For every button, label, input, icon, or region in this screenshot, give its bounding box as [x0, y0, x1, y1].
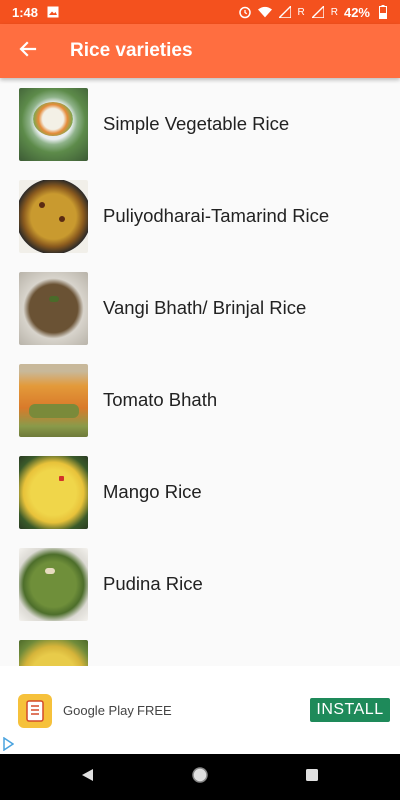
app-logo-icon[interactable] — [18, 694, 52, 728]
recipe-thumbnail — [19, 87, 88, 161]
list-item[interactable]: Pudina Rice — [0, 538, 400, 630]
status-time: 1:48 — [12, 4, 39, 20]
recipe-thumbnail — [19, 547, 88, 621]
recipe-thumbnail — [19, 455, 88, 529]
recipe-label: Simple Vegetable Rice — [103, 113, 290, 134]
battery-icon — [376, 5, 390, 19]
list-item[interactable]: Mango Rice — [0, 446, 400, 538]
recipe-label: Vangi Bhath/ Brinjal Rice — [103, 297, 307, 318]
ad-store-label: Google Play — [63, 703, 134, 718]
app-bar: Rice varieties — [0, 24, 400, 78]
image-icon — [46, 5, 60, 19]
signal-icon — [278, 5, 292, 19]
recipe-label: Tomato Bhath — [103, 389, 218, 410]
recipe-list[interactable]: Simple Vegetable Rice Puliyodharai-Tamar… — [0, 78, 400, 666]
list-item[interactable]: Vangi Bhath/ Brinjal Rice — [0, 262, 400, 354]
install-button[interactable]: INSTALL — [310, 698, 390, 722]
nav-recents-button[interactable] — [256, 754, 368, 800]
list-item[interactable]: Simple Vegetable Rice — [0, 78, 400, 170]
nav-back-button[interactable] — [32, 754, 144, 800]
signal-r1-label: R — [297, 6, 305, 18]
back-button[interactable] — [0, 24, 56, 78]
ad-price-label: FREE — [137, 703, 172, 718]
recipe-thumbnail — [19, 639, 88, 666]
arrow-back-icon — [19, 40, 37, 63]
recents-square-icon — [305, 768, 319, 787]
back-triangle-icon — [80, 767, 96, 788]
recipe-label: Mango Rice — [103, 481, 202, 502]
home-circle-icon — [191, 766, 209, 789]
recipe-label: Pudina Rice — [103, 573, 203, 594]
status-bar: 1:48 R R 42% — [0, 0, 400, 24]
navigation-bar — [0, 754, 400, 800]
signal-icon — [311, 5, 325, 19]
list-item[interactable]: Puliyodharai-Tamarind Rice — [0, 170, 400, 262]
recipe-thumbnail — [19, 363, 88, 437]
alarm-icon — [238, 5, 252, 19]
adchoices-icon[interactable] — [2, 736, 16, 752]
battery-percent: 42% — [343, 4, 370, 20]
recipe-label: Puliyodharai-Tamarind Rice — [103, 205, 330, 226]
nav-home-button[interactable] — [144, 754, 256, 800]
recipe-thumbnail — [19, 271, 88, 345]
list-item[interactable]: Tomato Bhath — [0, 354, 400, 446]
signal-r2-label: R — [330, 6, 338, 18]
recipe-thumbnail — [19, 179, 88, 253]
list-item[interactable] — [0, 630, 400, 666]
page-title: Rice varieties — [70, 40, 193, 61]
wifi-icon — [257, 5, 272, 19]
